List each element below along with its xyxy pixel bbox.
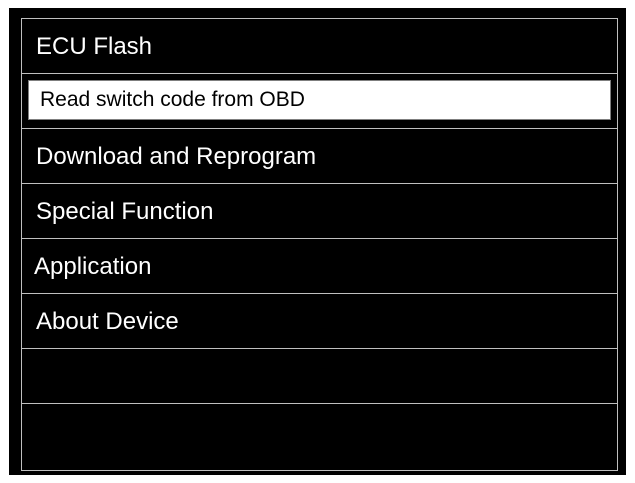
menu-item-application[interactable]: Application xyxy=(22,239,617,294)
menu-title: ECU Flash xyxy=(22,19,617,74)
menu-item-download-and-reprogram[interactable]: Download and Reprogram xyxy=(22,129,617,184)
menu-item-label: Special Function xyxy=(36,198,214,225)
menu-item-label: Download and Reprogram xyxy=(36,143,317,170)
menu-item-special-function[interactable]: Special Function xyxy=(22,184,617,239)
device-screen: ECU Flash Read switch code from OBD Down… xyxy=(9,8,626,475)
menu-panel: ECU Flash Read switch code from OBD Down… xyxy=(21,18,618,471)
menu-item-empty xyxy=(22,404,617,459)
menu-item-empty xyxy=(22,349,617,404)
menu-item-label: Application xyxy=(34,253,152,280)
menu-item-read-switch-code[interactable]: Read switch code from OBD xyxy=(22,74,617,129)
menu-item-about-device[interactable]: About Device xyxy=(22,294,617,349)
menu-item-label: Read switch code from OBD xyxy=(40,88,305,111)
menu-item-selection-highlight: Read switch code from OBD xyxy=(28,80,611,120)
menu-item-label: About Device xyxy=(36,308,179,335)
menu-title-label: ECU Flash xyxy=(36,33,153,60)
